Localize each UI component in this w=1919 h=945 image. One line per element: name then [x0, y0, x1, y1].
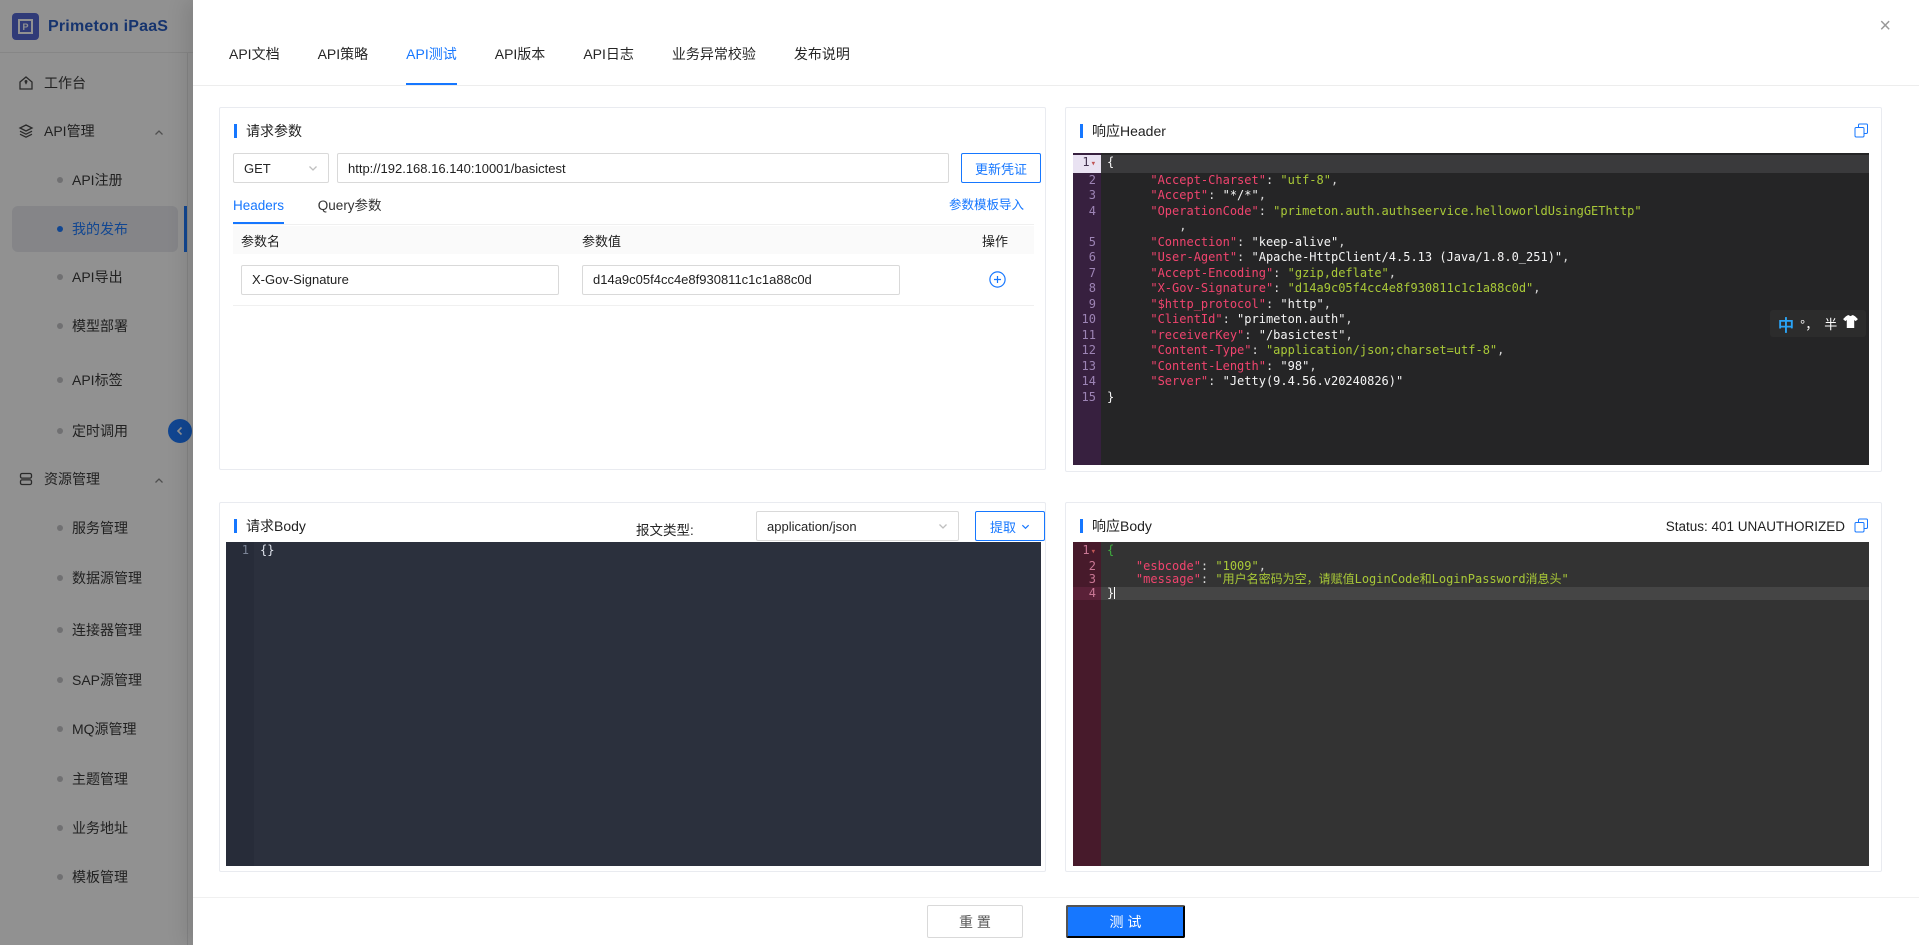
code-line: 15}	[1073, 390, 1869, 406]
code-line: 5 "Connection": "keep-alive",	[1073, 235, 1869, 251]
section-title-response-header: 响应Header	[1080, 121, 1166, 141]
extract-button[interactable]: 提取	[975, 511, 1045, 541]
tab-business-exception-check[interactable]: 业务异常校验	[672, 44, 756, 85]
code-line: 7 "Accept-Encoding": "gzip,deflate",	[1073, 266, 1869, 282]
section-title-request-body: 请求Body	[234, 516, 306, 536]
code-line: 4}	[1073, 587, 1869, 601]
request-body-card: 请求Body 报文类型: application/json 提取 1{}	[219, 502, 1046, 872]
param-subtabs: Headers Query参数 参数模板导入	[233, 194, 1034, 225]
code-line: 10 "ClientId": "primeton.auth",	[1073, 312, 1869, 328]
param-table-row	[233, 254, 1034, 306]
response-header-card: 响应Header 1▾{2 "Accept-Charset": "utf-8",…	[1065, 107, 1882, 472]
response-header-editor[interactable]: 1▾{2 "Accept-Charset": "utf-8",3 "Accept…	[1073, 153, 1869, 465]
ime-chinese-mode-icon: 中	[1778, 312, 1794, 336]
column-header-name: 参数名	[233, 231, 582, 250]
chevron-down-icon	[938, 519, 948, 534]
param-template-import-link[interactable]: 参数模板导入	[949, 194, 1024, 213]
section-bar	[1080, 519, 1083, 533]
ime-status-popup[interactable]: 中 °， 半	[1770, 310, 1866, 337]
code-line: 6 "User-Agent": "Apache-HttpClient/4.5.1…	[1073, 250, 1869, 266]
ime-punctuation-icon: °，	[1800, 314, 1818, 333]
code-line: 9 "$http_protocol": "http",	[1073, 297, 1869, 313]
code-line: 2 "Accept-Charset": "utf-8",	[1073, 173, 1869, 189]
api-test-drawer: API文档 API策略 API测试 API版本 API日志 业务异常校验 发布说…	[193, 0, 1919, 945]
extract-button-label: 提取	[990, 517, 1016, 536]
section-bar	[234, 519, 237, 533]
request-params-card: 请求参数 GET 更新凭证 Headers Query参数 参数模板导入 参数名…	[219, 107, 1046, 470]
add-param-icon[interactable]	[989, 271, 1006, 288]
content-type-select[interactable]: application/json	[756, 511, 959, 541]
code-line: 8 "X-Gov-Signature": "d14a9c05f4cc4e8f93…	[1073, 281, 1869, 297]
copy-icon[interactable]	[1854, 518, 1869, 538]
section-title-text: 请求Body	[246, 516, 306, 536]
subtab-query-params[interactable]: Query参数	[318, 194, 382, 223]
tab-release-notes[interactable]: 发布说明	[794, 44, 850, 85]
code-line: ,	[1073, 219, 1869, 235]
section-title-text: 响应Header	[1092, 121, 1166, 141]
code-line: 11 "receiverKey": "/basictest",	[1073, 328, 1869, 344]
column-header-action: 操作	[982, 231, 1034, 250]
section-bar	[234, 124, 237, 138]
copy-icon[interactable]	[1854, 123, 1869, 143]
method-select-value: GET	[244, 161, 271, 176]
request-body-editor[interactable]: 1{}	[226, 542, 1041, 866]
request-url-input[interactable]	[337, 153, 949, 183]
response-body-card: 响应Body Status: 401 UNAUTHORIZED 1▾{2 "es…	[1065, 502, 1882, 872]
section-title-text: 请求参数	[246, 121, 302, 141]
ime-skin-icon	[1843, 315, 1858, 333]
code-line: 1▾{	[1073, 544, 1869, 560]
section-title-response-body: 响应Body	[1080, 516, 1152, 536]
code-line: 13 "Content-Length": "98",	[1073, 359, 1869, 375]
section-bar	[1080, 124, 1083, 138]
code-line: 1{}	[226, 544, 1041, 558]
param-table-header: 参数名 参数值 操作	[233, 226, 1034, 254]
reset-button[interactable]: 重 置	[927, 905, 1023, 938]
section-title-request-params: 请求参数	[234, 121, 302, 141]
section-title-text: 响应Body	[1092, 516, 1152, 536]
tab-api-policy[interactable]: API策略	[318, 44, 369, 85]
response-status: Status: 401 UNAUTHORIZED	[1666, 519, 1845, 534]
tab-api-doc[interactable]: API文档	[229, 44, 280, 85]
drawer-tabs: API文档 API策略 API测试 API版本 API日志 业务异常校验 发布说…	[193, 0, 1919, 86]
app-root: P Primeton iPaaS 工作台 API管理 API注册	[0, 0, 1919, 945]
update-credential-button[interactable]: 更新凭证	[961, 153, 1041, 183]
tab-api-version[interactable]: API版本	[495, 44, 546, 85]
code-line: 3 "Accept": "*/*",	[1073, 188, 1869, 204]
param-value-input[interactable]	[582, 265, 900, 295]
column-header-value: 参数值	[582, 231, 900, 250]
code-line: 14 "Server": "Jetty(9.4.56.v20240826)"	[1073, 374, 1869, 390]
code-line: 3 "message": "用户名密码为空，请赋值LoginCode和Login…	[1073, 573, 1869, 587]
code-line: 12 "Content-Type": "application/json;cha…	[1073, 343, 1869, 359]
drawer-footer: 重 置 测 试	[193, 897, 1919, 945]
test-button[interactable]: 测 试	[1066, 905, 1185, 938]
content-type-value: application/json	[767, 519, 857, 534]
subtab-headers[interactable]: Headers	[233, 198, 284, 224]
tab-api-log[interactable]: API日志	[583, 44, 634, 85]
content-type-label: 报文类型:	[636, 519, 694, 539]
close-icon[interactable]: ×	[1879, 16, 1891, 36]
code-line: 4 "OperationCode": "primeton.auth.authse…	[1073, 204, 1869, 220]
method-select[interactable]: GET	[233, 153, 329, 183]
chevron-down-icon	[308, 161, 318, 176]
code-line: 2 "esbcode": "1009",	[1073, 560, 1869, 574]
code-line: 1▾{	[1073, 155, 1869, 173]
ime-halfwidth-icon: 半	[1824, 314, 1837, 333]
response-body-editor[interactable]: 1▾{2 "esbcode": "1009",3 "message": "用户名…	[1073, 542, 1869, 866]
param-name-input[interactable]	[241, 265, 559, 295]
tab-api-test[interactable]: API测试	[406, 44, 457, 85]
